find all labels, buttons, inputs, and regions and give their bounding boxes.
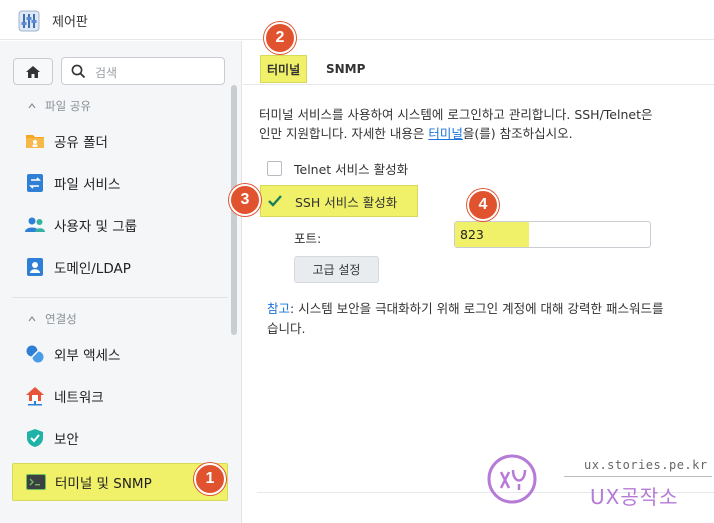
home-button[interactable] <box>13 58 53 85</box>
sidebar-item-file-services[interactable]: 파일 서비스 <box>12 166 228 200</box>
sidebar-item-domain-ldap[interactable]: 도메인/LDAP <box>12 250 228 284</box>
description-line-1: 터미널 서비스를 사용하여 시스템에 로그인하고 관리합니다. SSH/Teln… <box>259 107 653 122</box>
window-titlebar: 제어판 <box>0 0 714 40</box>
tab-bar: 터미널 SNMP <box>243 53 714 85</box>
sidebar-item-label: 파일 서비스 <box>54 177 121 193</box>
telnet-enable-checkbox[interactable] <box>267 161 282 176</box>
file-services-icon <box>24 172 46 194</box>
sidebar-item-label: 도메인/LDAP <box>54 261 131 277</box>
port-value: 823 <box>455 222 529 247</box>
sidebar-item-label: 외부 액세스 <box>54 348 121 364</box>
watermark-domain: ux.stories.pe.kr <box>584 458 708 472</box>
step-badge-1: 1 <box>194 463 226 495</box>
terminal-icon <box>25 471 47 493</box>
sidebar-item-label: 터미널 및 SNMP <box>55 476 152 492</box>
user-group-icon <box>24 214 46 236</box>
group-header-file-sharing[interactable]: 파일 공유 <box>28 98 91 114</box>
note-text: : 시스템 보안을 극대화하기 위해 로그인 계정에 대해 강력한 패스워드를 <box>290 301 664 316</box>
search-placeholder: 검색 <box>95 66 118 80</box>
terminal-description: 터미널 서비스를 사용하여 시스템에 로그인하고 관리합니다. SSH/Teln… <box>259 105 714 143</box>
sidebar-item-label: 네트워크 <box>54 390 104 406</box>
step-badge-4: 4 <box>467 189 499 221</box>
sidebar-item-network[interactable]: 네트워크 <box>12 379 228 413</box>
home-icon <box>26 65 40 78</box>
security-shield-icon <box>24 427 46 449</box>
watermark-line <box>564 476 712 477</box>
search-input[interactable]: 검색 <box>61 57 225 85</box>
window-title: 제어판 <box>52 15 88 30</box>
network-icon <box>24 385 46 407</box>
chevron-up-icon <box>28 316 36 322</box>
ssh-enable-label: SSH 서비스 활성화 <box>295 194 398 210</box>
group-header-connectivity[interactable]: 연결성 <box>28 311 77 327</box>
telnet-enable-label: Telnet 서비스 활성화 <box>294 162 409 177</box>
tab-terminal[interactable]: 터미널 <box>260 55 308 83</box>
search-icon <box>71 64 86 79</box>
security-note: 참고: 시스템 보안을 극대화하기 위해 로그인 계정에 대해 강력한 패스워드… <box>267 299 714 339</box>
note-line-2: 습니다. <box>267 321 306 336</box>
sidebar-item-label: 보안 <box>54 432 79 448</box>
ssh-enable-row: SSH 서비스 활성화 <box>260 185 418 217</box>
ssh-enable-checkbox[interactable] <box>267 193 283 209</box>
description-text: 을(를) 참조하십시오. <box>462 126 573 141</box>
description-text: 인만 지원합니다. 자세한 내용은 <box>259 126 429 141</box>
tab-snmp[interactable]: SNMP <box>326 55 365 83</box>
sidebar-item-shared-folder[interactable]: 공유 폴더 <box>12 124 228 158</box>
note-line-1: 참고: 시스템 보안을 극대화하기 위해 로그인 계정에 대해 강력한 패스워드… <box>267 299 714 319</box>
sidebar-item-label: 공유 폴더 <box>54 135 108 151</box>
description-line-2: 인만 지원합니다. 자세한 내용은 터미널을(를) 참조하십시오. <box>259 124 714 143</box>
sidebar: 검색 파일 공유 공유 폴더 파일 서비스 사용자 및 그룹 도메인/LDAP … <box>0 41 242 523</box>
sidebar-item-label: 사용자 및 그룹 <box>54 219 138 235</box>
control-panel-icon <box>18 10 40 32</box>
step-badge-3: 3 <box>229 184 261 216</box>
telnet-enable-row: Telnet 서비스 활성화 <box>267 159 408 178</box>
watermark-name: UX공작소 <box>590 485 679 509</box>
step-badge-2: 2 <box>264 22 296 54</box>
advanced-settings-button[interactable]: 고급 설정 <box>294 256 379 283</box>
port-label: 포트: <box>294 231 322 246</box>
ux-logo-icon <box>487 454 537 504</box>
domain-ldap-icon <box>24 256 46 278</box>
shared-folder-icon <box>24 130 46 152</box>
external-access-icon <box>24 343 46 365</box>
sidebar-item-user-group[interactable]: 사용자 및 그룹 <box>12 208 228 242</box>
sidebar-divider <box>12 297 228 298</box>
group-label: 연결성 <box>45 312 77 326</box>
group-label: 파일 공유 <box>45 99 91 113</box>
sidebar-item-external-access[interactable]: 외부 액세스 <box>12 337 228 371</box>
note-label: 참고 <box>267 301 291 316</box>
main-panel: 터미널 SNMP 터미널 서비스를 사용하여 시스템에 로그인하고 관리합니다.… <box>243 41 714 523</box>
chevron-up-icon <box>28 103 36 109</box>
port-input[interactable]: 823 <box>454 221 651 248</box>
terminal-help-link[interactable]: 터미널 <box>428 126 463 141</box>
sidebar-item-security[interactable]: 보안 <box>12 421 228 455</box>
